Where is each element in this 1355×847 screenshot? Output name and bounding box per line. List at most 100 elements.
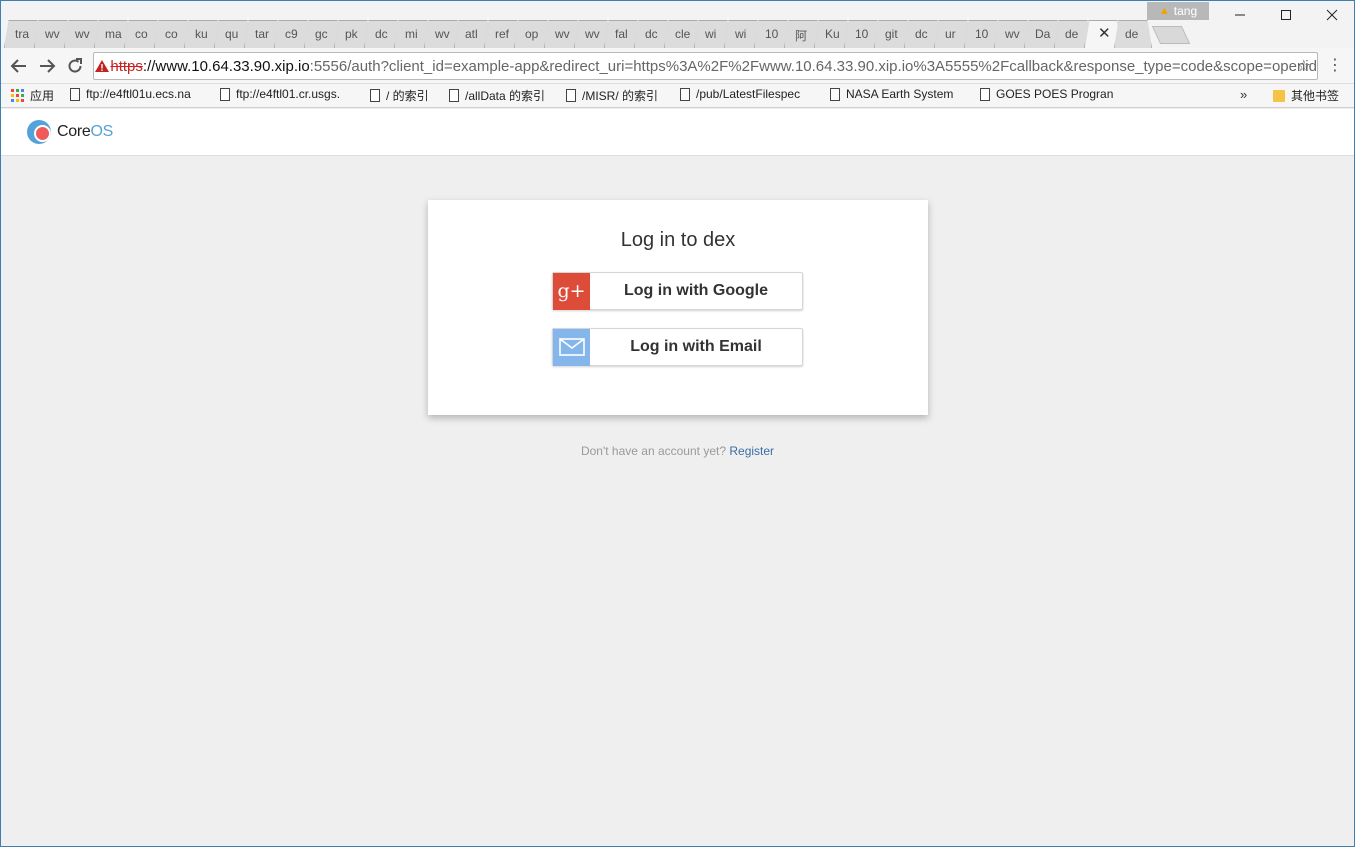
browser-tab[interactable]: atl bbox=[454, 20, 492, 48]
envelope-icon bbox=[553, 328, 590, 366]
profile-button[interactable]: ▲ tang bbox=[1147, 2, 1209, 20]
browser-tab[interactable]: ma bbox=[94, 20, 132, 48]
login-title: Log in to dex bbox=[620, 229, 736, 251]
tab-title: 阿 bbox=[795, 29, 808, 43]
browser-tab[interactable]: fal bbox=[604, 20, 642, 48]
apps-grid-icon bbox=[11, 89, 24, 102]
insecure-warning-icon[interactable] bbox=[94, 59, 110, 73]
tab-title: wv bbox=[555, 27, 570, 41]
back-arrow-icon bbox=[10, 59, 26, 73]
browser-tab[interactable]: tar bbox=[244, 20, 282, 48]
browser-tab[interactable]: tra bbox=[4, 20, 42, 48]
bookmark-item[interactable]: ftp://e4ftl01u.ecs.na bbox=[70, 87, 205, 101]
login-email-button[interactable]: Log in with Email bbox=[552, 328, 803, 366]
tab-title: c9 bbox=[285, 27, 298, 41]
tab-title: fal bbox=[615, 27, 628, 41]
bookmark-label: ftp://e4ftl01u.ecs.na bbox=[86, 87, 191, 101]
login-google-button[interactable]: g+ Log in with Google bbox=[552, 272, 803, 310]
browser-tab[interactable]: co bbox=[124, 20, 162, 48]
browser-tab[interactable]: wi bbox=[724, 20, 762, 48]
bookmark-item[interactable]: /allData 的索引 bbox=[449, 87, 554, 104]
bookmark-item[interactable]: NASA Earth System bbox=[830, 87, 965, 101]
tab-title: 10 bbox=[855, 27, 869, 41]
browser-tab[interactable]: mi bbox=[394, 20, 432, 48]
reload-button[interactable] bbox=[64, 55, 86, 77]
tab-title: qu bbox=[225, 27, 239, 41]
back-button[interactable] bbox=[8, 55, 30, 77]
tab-title: 10 bbox=[765, 27, 779, 41]
bookmark-label: / 的索引 bbox=[386, 89, 429, 103]
tab-title: wv bbox=[45, 27, 60, 41]
new-tab-button[interactable] bbox=[1151, 26, 1191, 44]
browser-tab[interactable]: 10 bbox=[754, 20, 792, 48]
bookmark-item[interactable]: ftp://e4ftl01.cr.usgs. bbox=[220, 87, 355, 101]
browser-tab[interactable]: dc bbox=[904, 20, 942, 48]
browser-tab[interactable]: ref bbox=[484, 20, 522, 48]
register-link[interactable]: Register bbox=[729, 444, 774, 458]
bookmark-apps[interactable]: 应用 bbox=[11, 87, 54, 104]
browser-tab[interactable]: Ku bbox=[814, 20, 852, 48]
coreos-logo[interactable]: CoreOS bbox=[27, 120, 113, 144]
browser-tab[interactable]: de bbox=[1114, 20, 1152, 48]
browser-tab[interactable]: pk bbox=[334, 20, 372, 48]
browser-tab[interactable]: cle bbox=[664, 20, 702, 48]
browser-tab[interactable]: op bbox=[514, 20, 552, 48]
browser-menu-icon[interactable]: ⋮ bbox=[1327, 55, 1343, 75]
other-bookmarks-folder[interactable]: 其他书签 bbox=[1273, 87, 1339, 104]
bookmark-star-icon[interactable]: ☆ bbox=[1297, 56, 1311, 76]
browser-tab[interactable]: 10 bbox=[844, 20, 882, 48]
maximize-button[interactable] bbox=[1263, 0, 1309, 30]
browser-tab[interactable]: dc bbox=[634, 20, 672, 48]
url-scheme: https bbox=[110, 57, 143, 75]
minimize-icon bbox=[1235, 14, 1245, 16]
minimize-button[interactable] bbox=[1217, 0, 1263, 30]
close-tab-icon[interactable]: ✕ bbox=[1098, 24, 1116, 42]
folder-icon bbox=[1273, 89, 1285, 102]
tab-title: wv bbox=[585, 27, 600, 41]
browser-tab[interactable]: dc bbox=[364, 20, 402, 48]
active-tab[interactable]: ✕ bbox=[1084, 20, 1122, 48]
browser-tab[interactable]: ku bbox=[184, 20, 222, 48]
browser-tab[interactable]: Da bbox=[1024, 20, 1062, 48]
tab-title: ur bbox=[945, 27, 956, 41]
browser-tab[interactable]: wv bbox=[424, 20, 462, 48]
bookmark-item[interactable]: GOES POES Progran bbox=[980, 87, 1115, 101]
address-bar[interactable]: https://www.10.64.33.90.xip.io:5556/auth… bbox=[93, 52, 1318, 80]
forward-button[interactable] bbox=[36, 55, 58, 77]
bookmark-label: /MISR/ 的索引 bbox=[582, 89, 659, 103]
bookmark-label: NASA Earth System bbox=[846, 87, 954, 101]
browser-tab[interactable]: ur bbox=[934, 20, 972, 48]
register-prompt: Don't have an account yet? Register bbox=[0, 444, 1355, 458]
browser-tab[interactable]: c9 bbox=[274, 20, 312, 48]
url-host: ://www.10.64.33.90.xip.io bbox=[142, 57, 310, 75]
google-plus-icon: g+ bbox=[553, 272, 590, 310]
close-window-button[interactable] bbox=[1309, 0, 1355, 30]
bookmark-item[interactable]: / 的索引 bbox=[370, 87, 440, 104]
bookmark-item[interactable]: /MISR/ 的索引 bbox=[566, 87, 668, 104]
browser-tab[interactable]: qu bbox=[214, 20, 252, 48]
browser-tab[interactable]: 阿 bbox=[784, 20, 822, 48]
browser-tab[interactable]: wi bbox=[694, 20, 732, 48]
browser-tab[interactable]: wv bbox=[544, 20, 582, 48]
bookmark-item[interactable]: /pub/LatestFilespec bbox=[680, 87, 815, 101]
bookmarks-overflow-button[interactable]: » bbox=[1240, 87, 1247, 102]
browser-tab[interactable]: wv bbox=[64, 20, 102, 48]
browser-toolbar: https://www.10.64.33.90.xip.io:5556/auth… bbox=[0, 48, 1355, 84]
reload-icon bbox=[68, 58, 82, 73]
tab-title: ma bbox=[105, 27, 122, 41]
bookmark-label: /allData 的索引 bbox=[465, 89, 546, 103]
browser-tab[interactable]: wv bbox=[574, 20, 612, 48]
page-icon bbox=[566, 89, 576, 102]
browser-tab[interactable]: co bbox=[154, 20, 192, 48]
browser-tab[interactable]: wv bbox=[994, 20, 1032, 48]
tab-title: atl bbox=[465, 27, 478, 41]
tab-title: gc bbox=[315, 27, 328, 41]
browser-tab[interactable]: gc bbox=[304, 20, 342, 48]
browser-tab[interactable]: git bbox=[874, 20, 912, 48]
browser-tab[interactable]: de bbox=[1054, 20, 1092, 48]
browser-tab[interactable]: wv bbox=[34, 20, 72, 48]
coreos-logo-text: CoreOS bbox=[57, 123, 113, 141]
tab-title: wv bbox=[435, 27, 450, 41]
browser-tab[interactable]: 10 bbox=[964, 20, 1002, 48]
maximize-icon bbox=[1281, 10, 1291, 20]
